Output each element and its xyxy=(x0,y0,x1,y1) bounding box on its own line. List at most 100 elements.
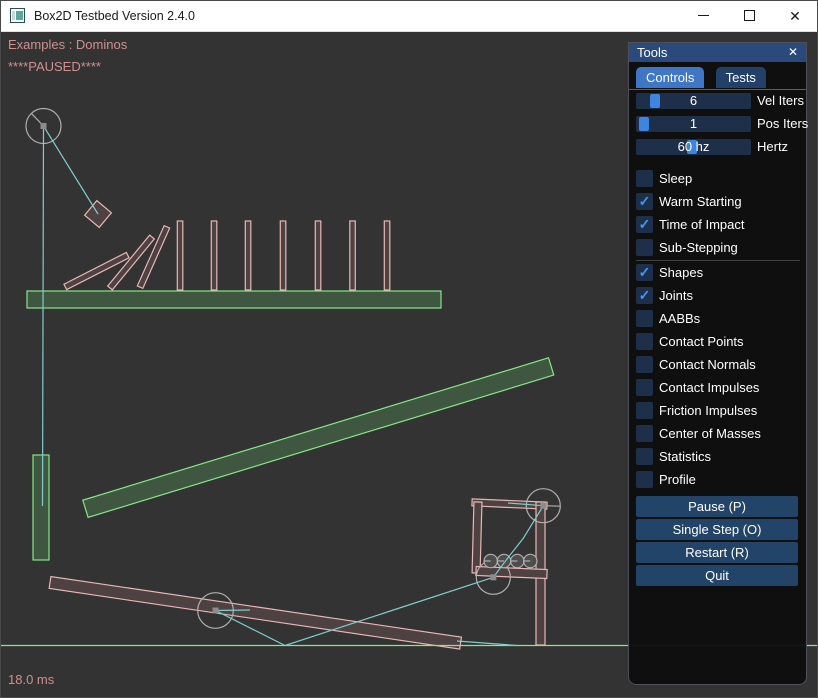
tools-panel-titlebar[interactable]: Tools ✕ xyxy=(629,43,806,62)
checkbox-row-profile: Profile xyxy=(629,471,806,488)
slider-value: 6 xyxy=(636,93,751,109)
standing-domino xyxy=(211,221,217,290)
checkbox-row-sleep: Sleep xyxy=(629,170,806,187)
checkbox-row-contact-impulses: Contact Impulses xyxy=(629,379,806,396)
standing-domino xyxy=(245,221,251,290)
restart-button[interactable]: Restart (R) xyxy=(636,542,798,563)
check-icon: ✓ xyxy=(639,265,651,280)
standing-domino xyxy=(315,221,321,290)
checkbox-label: Joints xyxy=(659,287,693,304)
anchor-marker xyxy=(490,574,496,580)
checkbox-sleep[interactable] xyxy=(636,170,653,187)
checkbox-label: Contact Points xyxy=(659,333,744,350)
checkbox-label: Contact Impulses xyxy=(659,379,759,396)
checkbox-label: Time of Impact xyxy=(659,216,744,233)
checkbox-shapes[interactable]: ✓ xyxy=(636,264,653,281)
standing-domino xyxy=(384,221,390,290)
minimize-icon xyxy=(698,15,709,16)
checkbox-contact-normals[interactable] xyxy=(636,356,653,373)
checkbox-label: Warm Starting xyxy=(659,193,742,210)
frame-left-post xyxy=(472,502,482,573)
checkbox-label: Shapes xyxy=(659,264,703,281)
checkbox-row-contact-normals: Contact Normals xyxy=(629,356,806,373)
slider-label: Pos Iters xyxy=(757,116,808,132)
tools-panel: Tools ✕ Controls Tests 6 Vel Iters 1 Pos Ite… xyxy=(628,42,807,685)
fallen-domino xyxy=(64,252,129,289)
close-icon: ✕ xyxy=(789,9,801,23)
checkbox-center-of-masses[interactable] xyxy=(636,425,653,442)
tab-tests[interactable]: Tests xyxy=(716,67,766,88)
joint xyxy=(457,641,517,646)
checkbox-label: Statistics xyxy=(659,448,711,465)
checkbox-profile[interactable] xyxy=(636,471,653,488)
window-controls: ✕ xyxy=(680,0,818,31)
slider-track-vel-iters[interactable]: 6 xyxy=(636,93,751,109)
joint xyxy=(44,126,99,214)
quit-button[interactable]: Quit xyxy=(636,565,798,586)
checkbox-row-joints: ✓ Joints xyxy=(629,287,806,304)
tab-bar: Controls Tests xyxy=(629,67,806,90)
checkbox-row-center-of-masses: Center of Masses xyxy=(629,425,806,442)
slider-row-vel-iters: 6 Vel Iters xyxy=(629,93,806,109)
tilted-beam-static xyxy=(83,358,554,518)
checkbox-friction-impulses[interactable] xyxy=(636,402,653,419)
minimize-button[interactable] xyxy=(680,0,726,31)
checkbox-label: AABBs xyxy=(659,310,700,327)
tools-panel-title: Tools xyxy=(637,45,667,60)
pause-button[interactable]: Pause (P) xyxy=(636,496,798,517)
checkbox-contact-points[interactable] xyxy=(636,333,653,350)
checkbox-row-sub-stepping: Sub-Stepping xyxy=(629,239,806,256)
close-button[interactable]: ✕ xyxy=(772,0,818,31)
checkbox-label: Sub-Stepping xyxy=(659,239,738,256)
tab-controls[interactable]: Controls xyxy=(636,67,704,88)
checkbox-label: Sleep xyxy=(659,170,692,187)
checkbox-warm-starting[interactable]: ✓ xyxy=(636,193,653,210)
window-title: Box2D Testbed Version 2.4.0 xyxy=(34,9,195,23)
checkbox-label: Contact Normals xyxy=(659,356,756,373)
checkbox-row-shapes: ✓ Shapes xyxy=(629,264,806,281)
paused-label: ****PAUSED**** xyxy=(8,59,101,74)
slider-value: 60 hz xyxy=(636,139,751,155)
checkbox-label: Profile xyxy=(659,471,696,488)
checkbox-row-statistics: Statistics xyxy=(629,448,806,465)
check-icon: ✓ xyxy=(639,194,651,209)
standing-domino xyxy=(350,221,356,290)
joint xyxy=(216,610,251,611)
standing-domino xyxy=(280,221,286,290)
slider-label: Hertz xyxy=(757,139,788,155)
check-icon: ✓ xyxy=(639,288,651,303)
os-titlebar[interactable]: Box2D Testbed Version 2.4.0 ✕ xyxy=(0,0,818,32)
seesaw-plank xyxy=(49,577,461,649)
checkbox-aabbs[interactable] xyxy=(636,310,653,327)
slider-track-hertz[interactable]: 60 hz xyxy=(636,139,751,155)
slider-label: Vel Iters xyxy=(757,93,804,109)
single-step-button[interactable]: Single Step (O) xyxy=(636,519,798,540)
separator xyxy=(636,260,800,261)
anchor-marker xyxy=(540,503,546,509)
checkbox-label: Friction Impulses xyxy=(659,402,757,419)
check-icon: ✓ xyxy=(639,217,651,232)
checkbox-statistics[interactable] xyxy=(636,448,653,465)
slider-value: 1 xyxy=(636,116,751,132)
slider-track-pos-iters[interactable]: 1 xyxy=(636,116,751,132)
checkbox-time-of-impact[interactable]: ✓ xyxy=(636,216,653,233)
checkbox-row-warm-starting: ✓ Warm Starting xyxy=(629,193,806,210)
standing-domino xyxy=(177,221,183,290)
example-label: Examples : Dominos xyxy=(8,37,127,52)
frame-time-label: 18.0 ms xyxy=(8,672,54,687)
slider-row-hertz: 60 hz Hertz xyxy=(629,139,806,155)
maximize-icon xyxy=(744,10,755,21)
box2d-testbed-window: { "window": { "title": "Box2D Testbed Ve… xyxy=(0,0,818,698)
anchor-marker xyxy=(213,608,219,614)
anchor-marker xyxy=(41,123,47,129)
domino-shelf-static xyxy=(27,291,441,308)
panel-close-icon[interactable]: ✕ xyxy=(785,44,801,60)
vertical-bar-static xyxy=(33,455,49,560)
checkbox-row-contact-points: Contact Points xyxy=(629,333,806,350)
checkbox-row-time-of-impact: ✓ Time of Impact xyxy=(629,216,806,233)
checkbox-sub-stepping[interactable] xyxy=(636,239,653,256)
checkbox-contact-impulses[interactable] xyxy=(636,379,653,396)
checkbox-joints[interactable]: ✓ xyxy=(636,287,653,304)
checkbox-row-friction-impulses: Friction Impulses xyxy=(629,402,806,419)
maximize-button[interactable] xyxy=(726,0,772,31)
